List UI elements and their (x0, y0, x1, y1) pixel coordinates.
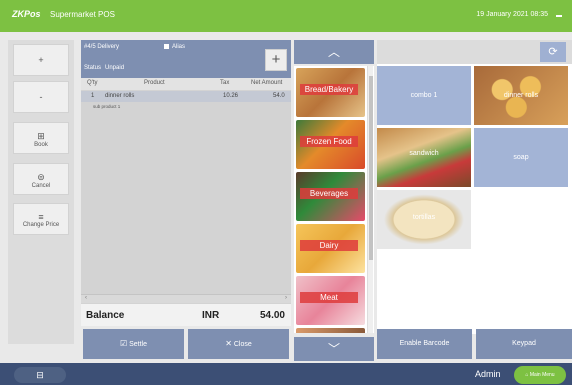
row-product: dinner rolls (105, 93, 135, 99)
category-down-button[interactable]: ﹀ (294, 337, 374, 361)
minus-icon: - (39, 92, 43, 102)
scrollbar-thumb[interactable] (369, 76, 373, 260)
row-sub-product: sub product 1 (93, 104, 121, 109)
category-label: Meat (300, 292, 358, 303)
balance-currency: INR (202, 310, 220, 321)
product-label: dinner rolls (503, 92, 539, 99)
balance-bar: Balance INR 54.00 (81, 304, 291, 326)
book-label: Book (34, 142, 48, 148)
product-combo-1[interactable]: combo 1 (377, 66, 471, 125)
table-row[interactable]: 1 dinner rolls 10.26 54.0 (81, 91, 291, 102)
title-bar: ZKPos Supermarket POS 19 January 2021 08… (0, 0, 572, 32)
status-value: Unpaid (105, 65, 125, 71)
app-title: Supermarket POS (50, 10, 115, 19)
cash-drawer-button[interactable]: ⊟ (14, 367, 66, 383)
book-button[interactable]: ⊞ Book (13, 122, 69, 154)
increase-qty-button[interactable]: + (13, 44, 69, 76)
product-toolbar: ⟳ (377, 40, 572, 64)
product-label: sandwich (409, 150, 439, 157)
cash-drawer-icon: ⊟ (36, 370, 44, 380)
product-label: soap (513, 154, 529, 161)
app-logo: ZKPos (12, 9, 41, 19)
settle-icon: ☑ (119, 339, 128, 348)
settle-label: Settle (129, 341, 148, 348)
product-label: tortillas (412, 214, 436, 221)
close-icon: ✕ (225, 339, 232, 348)
refresh-icon: ⟳ (548, 46, 558, 58)
main-menu-button[interactable]: ⌂ Main Menu (514, 366, 566, 384)
order-type: #4/5 Delivery (84, 44, 120, 50)
product-dinner-rolls[interactable]: dinner rolls (474, 66, 568, 125)
category-dairy[interactable]: Dairy (296, 224, 365, 273)
alias-label: Alias (172, 44, 186, 51)
cancel-button[interactable]: ⊜ Cancel (13, 163, 69, 195)
order-panel: #4/5 Delivery Alias Status Unpaid + Q'ty … (81, 40, 291, 304)
status-label: Status (84, 65, 102, 71)
category-meat[interactable]: Meat (296, 276, 365, 325)
sidebar: + - ⊞ Book ⊜ Cancel ≡ Change Price (8, 40, 74, 344)
cancel-icon: ⊜ (37, 172, 45, 182)
scroll-left-icon[interactable]: ‹ (85, 295, 87, 301)
change-price-icon: ≡ (38, 212, 44, 222)
keypad-button[interactable]: Keypad (476, 329, 572, 359)
settle-button[interactable]: ☑ Settle (83, 329, 184, 359)
close-label: Close (233, 341, 252, 348)
category-frozen-food[interactable]: Frozen Food (296, 120, 365, 169)
change-price-label: Change Price (22, 222, 60, 228)
category-label: Frozen Food (300, 136, 358, 147)
category-up-button[interactable]: ︿ (294, 40, 374, 64)
balance-label: Balance (86, 310, 125, 321)
product-label: combo 1 (410, 92, 438, 99)
current-user: Admin (475, 369, 501, 379)
plus-icon: + (38, 55, 44, 65)
alias-toggle[interactable]: Alias (164, 44, 185, 50)
change-price-button[interactable]: ≡ Change Price (13, 203, 69, 235)
balance-amount: 54.00 (259, 310, 285, 321)
col-qty: Q'ty (87, 80, 98, 86)
product-soap[interactable]: soap (474, 128, 568, 187)
product-grid: ⟳ combo 1 dinner rolls sandwich soap tor… (377, 40, 572, 334)
category-scrollbar[interactable] (367, 66, 373, 333)
keypad-label: Keypad (512, 340, 536, 347)
col-product: Product (144, 80, 165, 86)
bottom-bar: ⊟ Admin ⌂ Main Menu (0, 363, 572, 385)
close-button[interactable]: ✕ Close (188, 329, 289, 359)
row-qty: 1 (91, 93, 95, 99)
main-menu-label: Main Menu (529, 372, 555, 378)
category-label: Beverages (300, 188, 358, 199)
order-status: Status Unpaid (84, 65, 124, 71)
chevron-down-icon: ﹀ (327, 342, 340, 356)
category-column: ︿ Bread/Bakery Frozen Food Beverages Dai… (294, 40, 374, 361)
order-table-header: Q'ty Product Tax Net Amount (81, 78, 291, 90)
date-time: 19 January 2021 08:35 (476, 11, 548, 18)
category-beverages[interactable]: Beverages (296, 172, 365, 221)
alias-checkbox[interactable] (164, 44, 169, 49)
category-label: Bread/Bakery (300, 84, 358, 95)
scroll-right-icon[interactable]: › (285, 295, 287, 301)
minimize-icon[interactable] (556, 15, 562, 17)
category-label: Dairy (300, 240, 358, 251)
order-header: #4/5 Delivery Alias Status Unpaid + (81, 40, 291, 78)
horizontal-scrollbar[interactable]: ‹ › (81, 294, 291, 303)
chevron-up-icon: ︿ (327, 45, 340, 59)
category-bread-bakery[interactable]: Bread/Bakery (296, 68, 365, 117)
category-partial (296, 328, 365, 333)
enable-barcode-button[interactable]: Enable Barcode (377, 329, 472, 359)
add-order-button[interactable]: + (265, 49, 287, 71)
add-icon: + (271, 51, 281, 68)
col-tax: Tax (220, 80, 230, 86)
enable-barcode-label: Enable Barcode (399, 340, 450, 347)
col-net-amount: Net Amount (251, 80, 283, 86)
home-icon: ⌂ (525, 372, 529, 378)
decrease-qty-button[interactable]: - (13, 81, 69, 113)
cancel-label: Cancel (31, 183, 51, 189)
book-icon: ⊞ (37, 131, 45, 141)
product-tortillas[interactable]: tortillas (377, 190, 471, 249)
product-sandwich[interactable]: sandwich (377, 128, 471, 187)
category-list: Bread/Bakery Frozen Food Beverages Dairy… (294, 66, 374, 333)
refresh-button[interactable]: ⟳ (540, 42, 566, 62)
row-net-amount: 54.0 (273, 93, 285, 99)
row-tax: 10.26 (223, 93, 239, 99)
